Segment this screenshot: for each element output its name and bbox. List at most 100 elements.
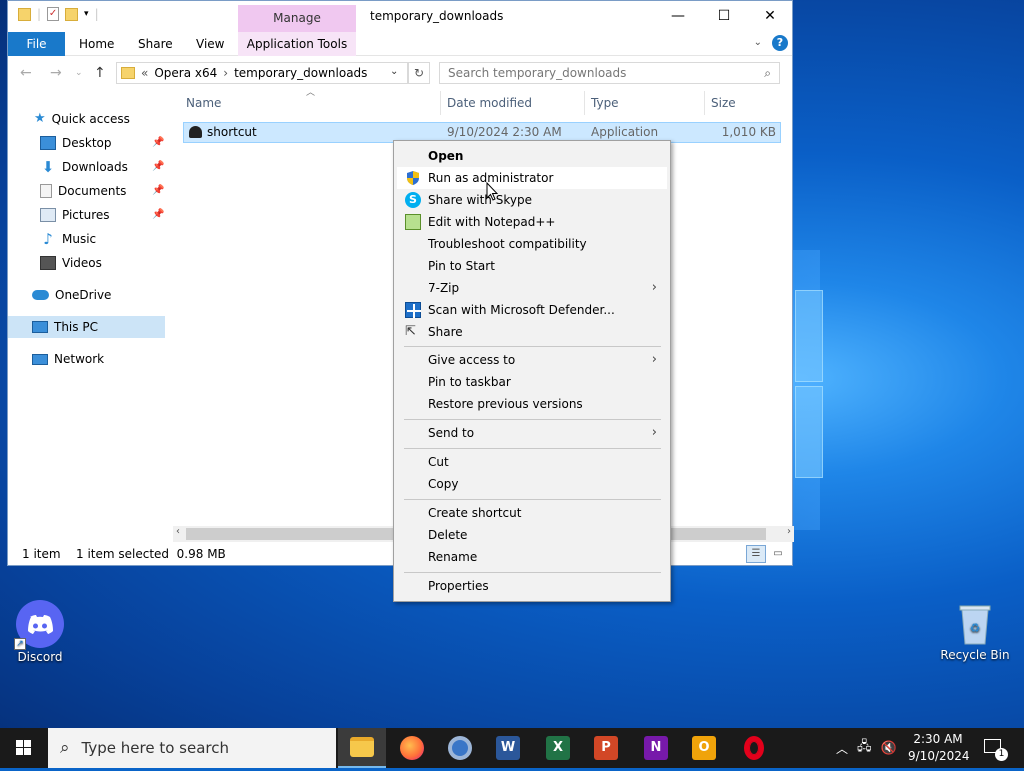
column-header-date-modified[interactable]: Date modified — [447, 91, 532, 115]
context-menu: Open Run as administrator S Share with S… — [393, 140, 671, 602]
address-bar[interactable]: « Opera x64 › temporary_downloads — [116, 62, 408, 84]
menu-item-properties[interactable]: Properties — [397, 575, 667, 597]
volume-muted-icon[interactable]: 🔇 — [881, 741, 897, 756]
help-icon[interactable]: ? — [772, 35, 788, 51]
nav-label: Network — [54, 352, 105, 366]
taskbar-clock[interactable]: 2:30 AM 9/10/2024 — [908, 731, 970, 765]
menu-item-restore-previous-versions[interactable]: Restore previous versions — [397, 393, 667, 415]
show-hidden-icons-icon[interactable]: ︿ — [836, 740, 848, 757]
expand-ribbon-icon[interactable]: ⌄ — [754, 37, 762, 48]
menu-label: Scan with Microsoft Defender... — [428, 303, 615, 317]
nav-label: Quick access — [51, 112, 130, 126]
tab-view[interactable]: View — [196, 32, 224, 56]
breadcrumb-separator[interactable]: › — [223, 66, 228, 80]
taskbar-app-firefox[interactable] — [388, 728, 436, 768]
nav-label: Downloads — [62, 160, 128, 174]
selection-info: 1 item selected 0.98 MB — [76, 547, 226, 561]
menu-item-give-access-to[interactable]: Give access to › — [397, 349, 667, 371]
column-header-size[interactable]: Size — [711, 91, 736, 115]
menu-item-pin-to-taskbar[interactable]: Pin to taskbar — [397, 371, 667, 393]
notification-center-button[interactable]: 1 — [980, 728, 1016, 768]
start-button[interactable] — [0, 728, 48, 768]
details-view-icon[interactable]: ☰ — [746, 545, 766, 563]
menu-item-scan-with-defender[interactable]: Scan with Microsoft Defender... — [397, 299, 667, 321]
menu-item-rename[interactable]: Rename — [397, 546, 667, 568]
nav-quick-access[interactable]: ★ Quick access — [34, 108, 130, 130]
recent-dropdown-icon[interactable]: ⌄ — [75, 68, 83, 78]
minimize-button[interactable]: — — [655, 1, 701, 32]
network-icon[interactable]: 🖧 — [857, 737, 872, 759]
new-folder-icon[interactable] — [65, 7, 79, 21]
breadcrumb-temporary-downloads[interactable]: temporary_downloads — [234, 66, 367, 80]
menu-item-cut[interactable]: Cut — [397, 451, 667, 473]
tab-file[interactable]: File — [8, 32, 65, 56]
skype-icon: S — [405, 192, 421, 208]
desktop-icon-label: Discord — [17, 650, 63, 664]
computer-icon — [32, 321, 48, 333]
menu-item-delete[interactable]: Delete — [397, 524, 667, 546]
scroll-right-icon[interactable]: › — [787, 526, 791, 537]
nav-item-network[interactable]: Network — [32, 348, 104, 370]
taskbar-search-box[interactable]: ⌕ Type here to search — [48, 728, 336, 768]
address-dropdown-icon[interactable]: ⌄ — [390, 66, 398, 77]
back-arrow-icon[interactable]: ← — [20, 65, 32, 81]
nav-item-this-pc[interactable]: This PC — [8, 316, 165, 338]
nav-item-desktop[interactable]: Desktop 📌 — [40, 132, 170, 154]
nav-item-onedrive[interactable]: OneDrive — [32, 284, 111, 306]
search-input[interactable]: Search temporary_downloads ⌕ — [439, 62, 780, 84]
notification-count-badge: 1 — [995, 748, 1008, 761]
properties-icon[interactable]: ✓ — [47, 7, 60, 21]
taskbar-app-excel[interactable]: X — [534, 728, 582, 768]
menu-label: Restore previous versions — [428, 397, 583, 411]
column-header-name[interactable]: Name — [186, 91, 221, 115]
file-size: 1,010 KB — [721, 125, 776, 139]
search-icon: ⌕ — [60, 738, 70, 758]
breadcrumb-opera-x64[interactable]: Opera x64 — [154, 66, 217, 80]
menu-item-share[interactable]: ⇱ Share — [397, 321, 667, 343]
desktop-icon-discord[interactable]: ↗ Discord — [0, 600, 80, 664]
large-icons-view-icon[interactable]: ▭ — [770, 545, 786, 563]
powerpoint-icon: P — [594, 736, 618, 760]
customize-dropdown-icon[interactable]: ▾ — [84, 9, 89, 19]
nav-item-documents[interactable]: Documents 📌 — [40, 180, 170, 202]
maximize-button[interactable]: ☐ — [701, 1, 747, 32]
menu-item-open[interactable]: Open — [397, 145, 667, 167]
menu-label: Share with Skype — [428, 193, 532, 207]
menu-item-troubleshoot-compatibility[interactable]: Troubleshoot compatibility — [397, 233, 667, 255]
menu-item-7zip[interactable]: 7-Zip › — [397, 277, 667, 299]
taskbar-app-word[interactable]: W — [484, 728, 532, 768]
scroll-left-icon[interactable]: ‹ — [176, 526, 180, 537]
up-arrow-icon[interactable]: ↑ — [94, 65, 106, 81]
nav-item-music[interactable]: ♪ Music — [40, 228, 96, 250]
taskbar-app-outlook[interactable]: O — [680, 728, 728, 768]
taskbar-app-file-explorer[interactable] — [338, 728, 386, 768]
menu-item-create-shortcut[interactable]: Create shortcut — [397, 502, 667, 524]
taskbar-app-onenote[interactable]: N — [632, 728, 680, 768]
menu-item-send-to[interactable]: Send to › — [397, 422, 667, 444]
tab-share[interactable]: Share — [138, 32, 173, 56]
menu-item-edit-with-notepadpp[interactable]: Edit with Notepad++ — [397, 211, 667, 233]
menu-item-share-with-skype[interactable]: S Share with Skype — [397, 189, 667, 211]
forward-arrow-icon[interactable]: → — [50, 65, 62, 81]
folder-icon[interactable] — [18, 7, 31, 21]
nav-item-pictures[interactable]: Pictures 📌 — [40, 204, 170, 226]
taskbar-app-powerpoint[interactable]: P — [582, 728, 630, 768]
menu-item-run-as-administrator[interactable]: Run as administrator — [397, 167, 667, 189]
close-button[interactable]: ✕ — [747, 1, 793, 32]
taskbar-app-opera[interactable] — [730, 728, 778, 768]
tab-application-tools[interactable]: Application Tools — [238, 32, 356, 56]
breadcrumb-prefix[interactable]: « — [141, 66, 148, 80]
menu-item-copy[interactable]: Copy — [397, 473, 667, 495]
nav-item-videos[interactable]: Videos — [40, 252, 102, 274]
desktop-icon-recycle-bin[interactable]: ♻ Recycle Bin — [935, 600, 1015, 662]
column-header-type[interactable]: Type — [591, 91, 619, 115]
submenu-arrow-icon: › — [651, 280, 657, 295]
tab-manage[interactable]: Manage — [238, 5, 356, 32]
taskbar-app-chrome[interactable] — [436, 728, 484, 768]
nav-label: This PC — [54, 320, 98, 334]
nav-item-downloads[interactable]: ⬇ Downloads 📌 — [40, 156, 170, 178]
refresh-icon[interactable]: ↻ — [408, 62, 430, 84]
tab-home[interactable]: Home — [79, 32, 114, 56]
menu-item-pin-to-start[interactable]: Pin to Start — [397, 255, 667, 277]
menu-separator — [404, 448, 661, 449]
